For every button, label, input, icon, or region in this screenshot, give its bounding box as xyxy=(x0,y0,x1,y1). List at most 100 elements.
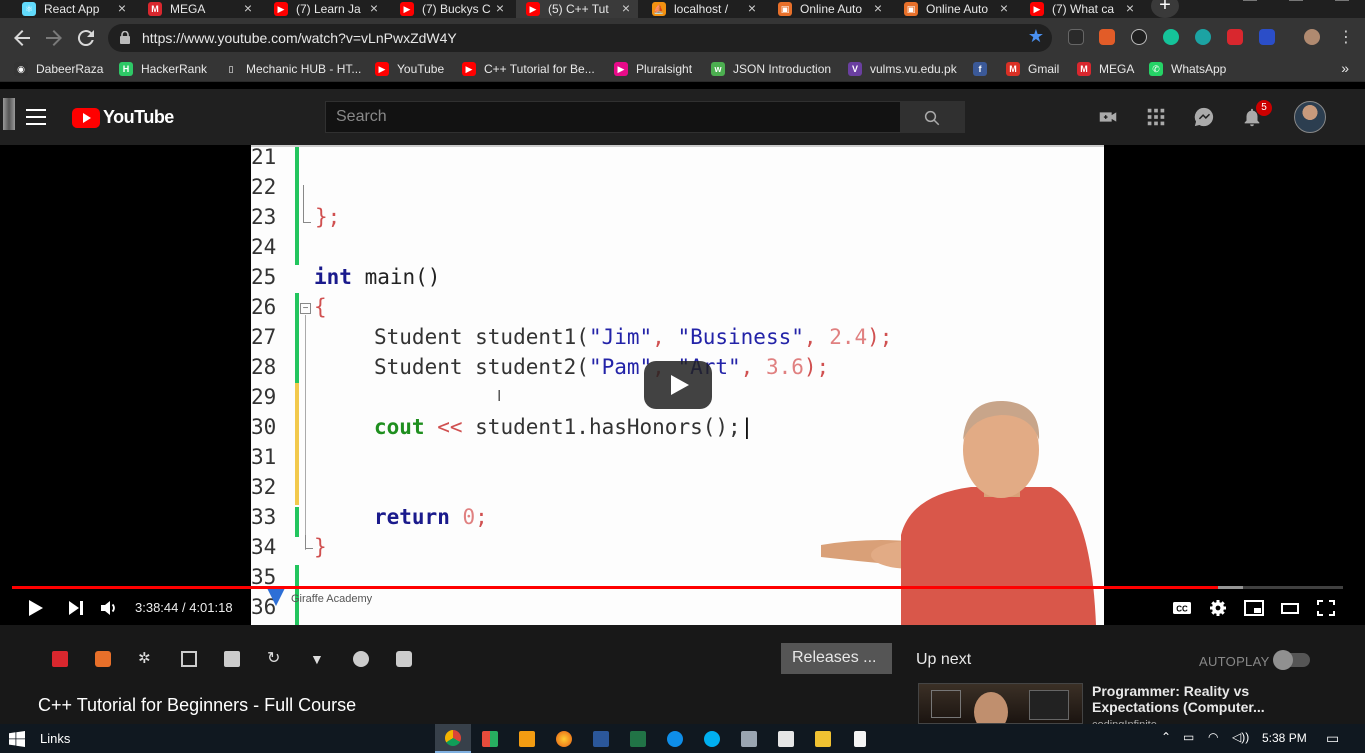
address-bar[interactable]: https://www.youtube.com/watch?v=vLnPwxZd… xyxy=(108,24,1052,52)
bookmark-item[interactable]: Vvulms.vu.edu.pk xyxy=(848,62,957,76)
globe-tool-icon[interactable] xyxy=(353,651,369,667)
wifi-icon[interactable]: ◠ xyxy=(1208,730,1218,744)
action-center-icon[interactable]: ▭ xyxy=(1326,730,1339,747)
tab-close-icon[interactable]: × xyxy=(1000,0,1008,16)
close-window-button[interactable] xyxy=(1335,0,1349,12)
film-tool-icon[interactable] xyxy=(181,651,197,667)
camera-tool-icon[interactable] xyxy=(396,651,412,667)
taskbar-skype[interactable] xyxy=(694,724,730,753)
flag-tool-icon[interactable] xyxy=(52,651,68,667)
releases-button[interactable]: Releases ... xyxy=(781,643,892,674)
tab-close-icon[interactable]: × xyxy=(1126,0,1134,16)
browser-tab[interactable]: ▶ (7) What ca × xyxy=(1020,0,1142,18)
video-frame[interactable]: 21 22 23 24 25 26 27 28 29 30 31 32 33 34 35 36 − }; in… xyxy=(251,145,1104,625)
taskbar-firefox[interactable] xyxy=(546,724,582,753)
taskbar-excel[interactable] xyxy=(620,724,656,753)
bookmark-item[interactable]: ◉ DabeerRaza xyxy=(14,62,103,76)
speaker-icon[interactable]: ◁)) xyxy=(1232,730,1249,744)
taskbar-app-2[interactable] xyxy=(472,724,508,753)
fullscreen-icon[interactable] xyxy=(1316,599,1336,617)
progress-bar[interactable] xyxy=(12,586,1343,589)
filter-tool-icon[interactable]: ▼ xyxy=(310,651,326,667)
settings-gear-icon[interactable] xyxy=(1208,599,1228,617)
messages-icon[interactable] xyxy=(1193,106,1215,128)
big-play-button[interactable] xyxy=(644,361,712,409)
tab-close-icon[interactable]: × xyxy=(496,0,504,16)
tab-close-icon[interactable]: × xyxy=(874,0,882,16)
bookmark-item[interactable]: ▯ Mechanic HUB - HT... xyxy=(224,62,361,76)
pen-extension-icon[interactable] xyxy=(1068,29,1084,45)
search-input[interactable] xyxy=(326,102,900,132)
loop-tool-icon[interactable]: ↻ xyxy=(267,651,283,667)
bookmark-item[interactable]: M MEGA xyxy=(1077,62,1134,76)
tab-close-icon[interactable]: × xyxy=(244,0,252,16)
hamburger-menu-icon[interactable] xyxy=(26,109,46,125)
maximize-window-button[interactable] xyxy=(1289,0,1303,12)
browser-tab[interactable]: ⛵ localhost / × xyxy=(642,0,764,18)
subtitles-cc-icon[interactable]: CC xyxy=(1172,599,1192,617)
windows-start-icon[interactable] xyxy=(9,731,25,747)
taskbar-sublime[interactable] xyxy=(509,724,545,753)
reload-button[interactable] xyxy=(74,26,98,50)
taskbar-chrome[interactable] xyxy=(435,724,471,753)
browser-tab[interactable]: ▶ (7) Buckys C × xyxy=(390,0,512,18)
next-video-icon[interactable] xyxy=(66,599,86,617)
minimize-window-button[interactable] xyxy=(1243,0,1257,12)
taskbar-network-app[interactable] xyxy=(731,724,767,753)
grammarly-extension-icon[interactable] xyxy=(1163,29,1179,45)
bookmark-item[interactable]: f xyxy=(973,62,995,76)
account-avatar[interactable] xyxy=(1294,101,1326,133)
volume-icon[interactable] xyxy=(99,599,119,617)
apps-grid-icon[interactable] xyxy=(1145,106,1167,128)
taskbar-notepad[interactable] xyxy=(842,724,878,753)
browser-tab[interactable]: ▣ Online Auto × xyxy=(894,0,1016,18)
taskbar-word[interactable] xyxy=(583,724,619,753)
bookmark-item[interactable]: w JSON Introduction xyxy=(711,62,831,76)
gear-tool-icon[interactable]: ✲ xyxy=(138,651,154,667)
tab-close-icon[interactable]: × xyxy=(118,0,126,16)
vu-extension-icon[interactable] xyxy=(1131,29,1147,45)
new-tab-button[interactable]: + xyxy=(1151,0,1179,18)
browser-tab[interactable]: ▶ (5) C++ Tut × xyxy=(516,0,638,18)
autoplay-toggle[interactable] xyxy=(1273,650,1310,670)
flag-extension-icon[interactable] xyxy=(1227,29,1243,45)
play-icon[interactable] xyxy=(25,599,45,617)
back-button[interactable] xyxy=(10,26,34,50)
bookmark-item[interactable]: ▶ C++ Tutorial for Be... xyxy=(462,62,595,76)
bookmark-item[interactable]: ▶ YouTube xyxy=(375,62,444,76)
create-video-icon[interactable] xyxy=(1097,106,1119,128)
bookmark-item[interactable]: ✆ WhatsApp xyxy=(1149,62,1226,76)
browser-tab[interactable]: ⚛ React App × xyxy=(12,0,134,18)
bookmarks-overflow-button[interactable]: » xyxy=(1341,60,1349,76)
miniplayer-icon[interactable] xyxy=(1244,599,1264,617)
taskbar-clock[interactable]: 5:38 PM xyxy=(1262,731,1307,745)
theater-mode-icon[interactable] xyxy=(1280,599,1300,617)
tab-close-icon[interactable]: × xyxy=(622,0,630,16)
bookmark-item[interactable]: ▶ Pluralsight xyxy=(614,62,692,76)
office-extension-icon[interactable] xyxy=(1099,29,1115,45)
browser-tab[interactable]: ▶ (7) Learn Ja × xyxy=(264,0,386,18)
links-toolbar-label[interactable]: Links xyxy=(40,731,70,746)
image-tool-icon[interactable] xyxy=(224,651,240,667)
tray-chevron-icon[interactable]: ⌃ xyxy=(1161,730,1171,744)
battery-icon[interactable]: ▭ xyxy=(1183,730,1194,744)
bookmark-item[interactable]: M Gmail xyxy=(1006,62,1059,76)
video-player[interactable]: 21 22 23 24 25 26 27 28 29 30 31 32 33 34 35 36 − }; in… xyxy=(0,145,1365,625)
taskbar-teamviewer[interactable] xyxy=(657,724,693,753)
recommended-title[interactable]: Programmer: Reality vs Expectations (Com… xyxy=(1092,683,1292,715)
forward-button[interactable] xyxy=(42,26,66,50)
chrome-menu-button[interactable]: ⋮ xyxy=(1334,26,1358,50)
youtube-logo[interactable]: YouTube xyxy=(72,107,174,128)
profile-avatar[interactable] xyxy=(1304,29,1320,45)
square-extension-icon[interactable] xyxy=(1259,29,1275,45)
browser-tab[interactable]: M MEGA × xyxy=(138,0,260,18)
tab-close-icon[interactable]: × xyxy=(748,0,756,16)
taskbar-calculator[interactable] xyxy=(768,724,804,753)
bookmark-star-icon[interactable]: ★ xyxy=(1028,26,1044,47)
s-extension-icon[interactable] xyxy=(1195,29,1211,45)
taskbar-file-explorer[interactable] xyxy=(805,724,841,753)
recommended-thumbnail[interactable] xyxy=(918,683,1083,724)
browser-tab[interactable]: ▣ Online Auto × xyxy=(768,0,890,18)
bookmark-item[interactable]: H HackerRank xyxy=(119,62,207,76)
search-button[interactable] xyxy=(900,101,965,133)
